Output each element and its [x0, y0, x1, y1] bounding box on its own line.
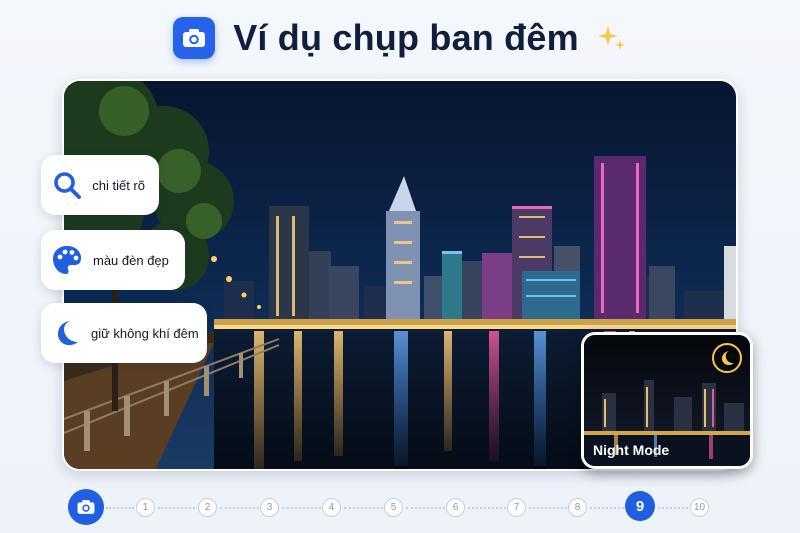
camera-icon — [173, 17, 216, 59]
sparkle-icon — [597, 23, 627, 53]
step-9-active[interactable]: 9 — [625, 491, 655, 521]
step-3[interactable]: 3 — [260, 498, 279, 517]
feature-label: giữ không khí đêm — [91, 325, 199, 341]
feature-chip-mood: giữ không khí đêm — [41, 303, 207, 363]
step-6[interactable]: 6 — [446, 498, 465, 517]
palette-icon — [51, 244, 83, 276]
moon-icon — [712, 343, 742, 373]
step-connector — [468, 507, 506, 509]
step-8[interactable]: 8 — [568, 498, 587, 517]
step-10[interactable]: 10 — [690, 498, 709, 517]
step-connector — [529, 507, 567, 509]
step-connector — [406, 507, 445, 509]
step-connector — [106, 507, 134, 509]
moon-icon — [51, 317, 81, 349]
page-title: Ví dụ chụp ban đêm — [233, 17, 579, 58]
feature-label: chi tiết rõ — [92, 177, 145, 193]
progress-stepper: 1 2 3 4 5 6 7 8 9 10 — [0, 489, 800, 525]
step-4[interactable]: 4 — [322, 498, 341, 517]
step-7[interactable]: 7 — [507, 498, 526, 517]
step-connector — [590, 507, 624, 509]
step-1[interactable]: 1 — [136, 498, 155, 517]
step-connector — [220, 507, 259, 509]
header: Ví dụ chụp ban đêm — [0, 10, 800, 66]
step-2[interactable]: 2 — [198, 498, 217, 517]
search-icon — [51, 169, 82, 201]
camera-icon[interactable] — [68, 489, 104, 525]
night-mode-preview: Night Mode — [581, 332, 753, 469]
step-connector — [344, 507, 383, 509]
step-connector — [158, 507, 195, 509]
step-5[interactable]: 5 — [384, 498, 403, 517]
feature-label: màu đèn đẹp — [93, 252, 169, 268]
night-mode-label: Night Mode — [593, 442, 670, 458]
feature-chip-detail: chi tiết rõ — [41, 155, 159, 215]
step-connector — [658, 507, 688, 509]
feature-chip-color: màu đèn đẹp — [41, 230, 185, 290]
step-connector — [282, 507, 321, 509]
